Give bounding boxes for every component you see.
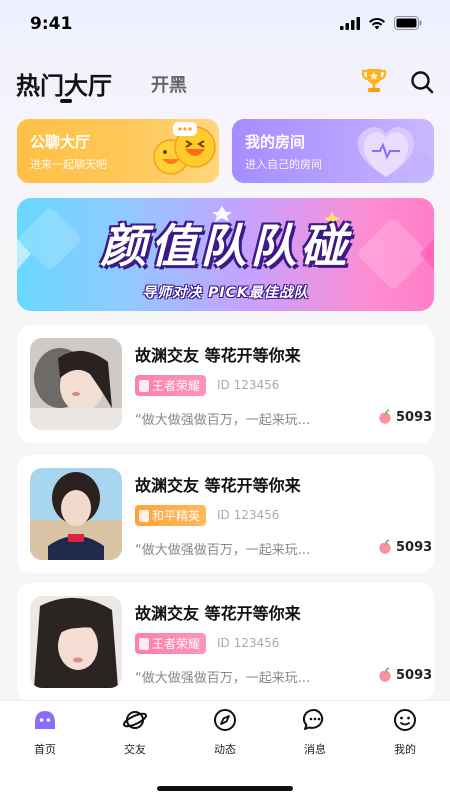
tab-friends-label: 交友 xyxy=(124,743,146,756)
tab-home-label: 首页 xyxy=(34,743,56,756)
tab-moments[interactable]: 动态 xyxy=(195,707,255,757)
peace-elite-icon xyxy=(139,509,149,522)
signal-icon xyxy=(340,16,360,30)
room-quote: “做大做强做百万，一起来玩... xyxy=(135,543,311,558)
room-id: ID 123456 xyxy=(217,378,280,392)
planet-icon xyxy=(122,711,148,729)
home-indicator xyxy=(157,786,293,791)
room-card[interactable]: 故渊交友 等花开等你来 王者荣耀 ID 123456 “做大做强做百万，一起来玩… xyxy=(17,325,434,443)
game-tag: 王者荣耀 xyxy=(135,375,207,396)
honor-of-kings-icon xyxy=(139,379,149,392)
room-avatar xyxy=(30,596,122,688)
room-avatar xyxy=(30,338,122,430)
message-icon xyxy=(302,708,324,730)
tab-kaihei[interactable]: 开黑 xyxy=(151,71,187,97)
public-chat-subtitle: 进来一起聊天吧 xyxy=(30,158,107,171)
header: 热门大厅 开黑 xyxy=(0,62,450,106)
peach-icon xyxy=(379,667,391,682)
tab-profile[interactable]: 我的 xyxy=(375,707,435,757)
banner-title: 颜值队队碰 xyxy=(100,219,351,273)
room-card[interactable]: 故渊交友 等花开等你来 王者荣耀 ID 123456 “做大做强做百万，一起来玩… xyxy=(17,583,434,701)
peach-icon xyxy=(379,539,391,554)
my-room-title: 我的房间 xyxy=(245,133,306,151)
room-id: ID 123456 xyxy=(217,636,280,650)
honor-of-kings-icon xyxy=(139,637,149,650)
battery-icon xyxy=(394,16,422,30)
room-card[interactable]: 故渊交友 等花开等你来 和平精英 ID 123456 “做大做强做百万，一起来玩… xyxy=(17,455,434,573)
tab-moments-label: 动态 xyxy=(214,743,236,756)
banner-subtitle: 导师对决 PICK最佳战队 xyxy=(142,285,309,301)
heat-count: 5093 xyxy=(396,409,433,425)
my-room-subtitle: 进入自己的房间 xyxy=(245,158,322,171)
promo-banner[interactable]: 颜值队队碰 导师对决 PICK最佳战队 xyxy=(17,198,434,311)
search-icon[interactable] xyxy=(410,70,434,94)
tab-hot-hall[interactable]: 热门大厅 xyxy=(16,66,112,101)
game-tag-label: 王者荣耀 xyxy=(152,379,201,393)
room-quote: “做大做强做百万，一起来玩... xyxy=(135,413,311,428)
bottom-tabbar: 首页 交友 动态 消息 我的 xyxy=(0,700,450,800)
game-tag: 和平精英 xyxy=(135,505,207,526)
emoji-chat-icon xyxy=(153,122,216,175)
game-tag: 王者荣耀 xyxy=(135,633,207,654)
public-chat-title: 公聊大厅 xyxy=(30,133,91,151)
trophy-icon[interactable] xyxy=(360,66,388,96)
room-id: ID 123456 xyxy=(217,508,280,522)
heat-count: 5093 xyxy=(396,539,433,555)
peach-icon xyxy=(379,409,391,424)
wifi-icon xyxy=(369,17,385,29)
room-title: 故渊交友 等花开等你来 xyxy=(135,604,301,623)
room-heat: 5093 xyxy=(377,667,432,683)
tab-profile-label: 我的 xyxy=(394,743,416,756)
tab-indicator xyxy=(60,99,72,103)
heat-count: 5093 xyxy=(396,667,433,683)
room-title: 故渊交友 等花开等你来 xyxy=(135,346,301,365)
status-bar: 9:41 xyxy=(0,0,450,48)
heart-icon xyxy=(357,127,434,177)
tab-messages-label: 消息 xyxy=(304,743,326,756)
game-tag-label: 和平精英 xyxy=(152,509,201,523)
room-title: 故渊交友 等花开等你来 xyxy=(135,476,301,495)
public-chat-card[interactable]: 公聊大厅 进来一起聊天吧 xyxy=(17,119,219,183)
profile-icon xyxy=(394,709,416,731)
tab-home[interactable]: 首页 xyxy=(15,707,75,757)
tab-messages[interactable]: 消息 xyxy=(285,707,345,757)
room-heat: 5093 xyxy=(377,409,432,425)
status-time: 9:41 xyxy=(30,14,73,34)
room-avatar xyxy=(30,468,122,560)
game-tag-label: 王者荣耀 xyxy=(152,637,201,651)
home-icon xyxy=(35,711,55,729)
room-quote: “做大做强做百万，一起来玩... xyxy=(135,671,311,686)
status-icons xyxy=(340,16,422,30)
tab-friends[interactable]: 交友 xyxy=(105,707,165,757)
my-room-card[interactable]: 我的房间 进入自己的房间 xyxy=(232,119,434,183)
compass-icon xyxy=(214,709,236,731)
room-heat: 5093 xyxy=(377,539,432,555)
